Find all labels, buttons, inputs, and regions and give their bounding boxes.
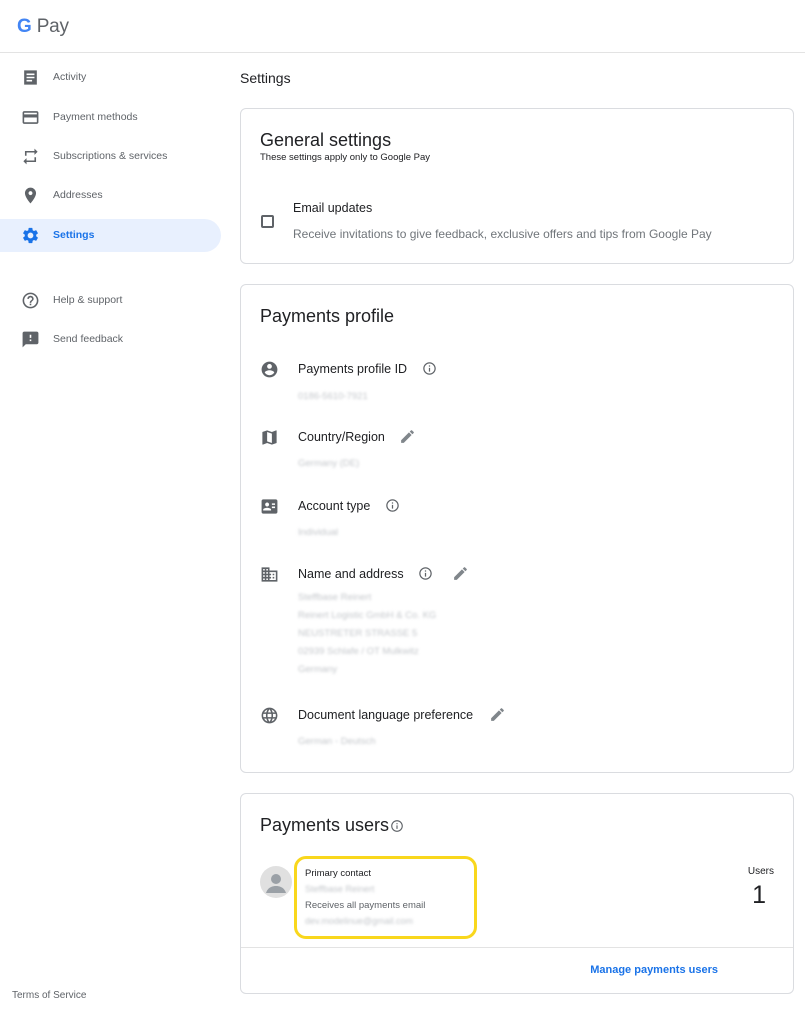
sidebar-item-label: Subscriptions & services [53, 150, 168, 162]
name-address-line: Reinert Logistic GmbH & Co. KG [298, 610, 437, 621]
payments-profile-title: Payments profile [260, 306, 395, 326]
profile-id-value: 0186-5610-7921 [298, 391, 368, 402]
info-icon[interactable] [418, 566, 433, 581]
globe-icon [261, 707, 278, 724]
account-circle-icon [261, 361, 278, 378]
account-type-value: Individual [298, 527, 339, 538]
sidebar-item-label: Settings [53, 229, 95, 241]
name-address-line: Germany [298, 664, 338, 675]
country-value: Germany (DE) [298, 458, 360, 469]
receives-email-label: Receives all payments email [305, 900, 426, 911]
page-title: Settings [240, 70, 291, 86]
sidebar-item-label: Addresses [53, 189, 103, 201]
general-settings-subtitle: These settings apply only to Google Pay [260, 152, 431, 163]
feedback-icon [22, 331, 39, 348]
sidebar-item-help[interactable]: Help & support [0, 284, 221, 317]
primary-contact-email: dev.modelinue@gmail.com [305, 916, 414, 926]
name-address-label: Name and address [298, 567, 404, 581]
users-count-label: Users [747, 866, 774, 877]
name-address-line: 02939 Schlafe / OT Mulkwitz [298, 646, 419, 657]
language-value: German - Deutsch [298, 736, 376, 747]
edit-pencil-icon[interactable] [452, 565, 469, 582]
email-updates-checkbox[interactable] [261, 215, 274, 228]
credit-card-icon [22, 111, 39, 124]
building-icon [261, 567, 278, 582]
person-icon [266, 874, 286, 893]
repeat-icon [23, 148, 38, 165]
profile-id-label: Payments profile ID [298, 362, 408, 376]
payments-profile-card: Payments profile Payments profile ID 018… [240, 284, 794, 773]
avatar [260, 866, 292, 898]
edit-pencil-icon[interactable] [489, 706, 506, 723]
info-icon[interactable] [422, 361, 437, 376]
manage-payments-users-link[interactable]: Manage payments users [590, 964, 718, 976]
language-label: Document language preference [298, 708, 474, 722]
top-bar: G Pay [0, 0, 805, 53]
sidebar-item-label: Activity [53, 71, 87, 83]
sidebar-item-settings[interactable]: Settings [0, 219, 221, 252]
primary-contact-name: Steffbase Reinert [305, 884, 375, 894]
sidebar-item-label: Help & support [53, 294, 123, 306]
payments-users-title: Payments users [260, 815, 390, 835]
email-updates-description: Receive invitations to give feedback, ex… [293, 227, 712, 241]
map-icon [262, 430, 277, 445]
sidebar-item-subscriptions[interactable]: Subscriptions & services [0, 140, 221, 173]
sidebar-item-addresses[interactable]: Addresses [0, 179, 221, 212]
country-label: Country/Region [298, 430, 385, 444]
help-icon [22, 292, 39, 309]
sidebar-item-activity[interactable]: Activity [0, 61, 221, 94]
account-type-label: Account type [298, 499, 371, 513]
logo-text: Pay [36, 16, 69, 37]
sidebar-item-payment-methods[interactable]: Payment methods [0, 101, 221, 134]
info-icon[interactable] [390, 819, 404, 833]
sidebar-item-label: Send feedback [53, 333, 124, 345]
edit-pencil-icon[interactable] [399, 428, 416, 445]
id-card-icon [261, 499, 278, 514]
payments-users-card: Payments users Primary contact Steffbase… [240, 793, 794, 994]
name-address-line: NEUSTRETER STRASSE 5 [298, 628, 418, 639]
google-pay-logo[interactable]: G Pay [17, 16, 69, 38]
general-settings-title: General settings [260, 130, 392, 150]
location-pin-icon [24, 187, 37, 204]
primary-contact-label: Primary contact [305, 868, 371, 879]
activity-icon [24, 70, 37, 85]
sidebar-item-feedback[interactable]: Send feedback [0, 323, 221, 356]
gear-icon [23, 227, 38, 244]
name-address-line: Steffbase Reinert [298, 592, 372, 603]
terms-of-service-link[interactable]: Terms of Service [12, 990, 86, 1001]
general-settings-card: General settings These settings apply on… [240, 108, 794, 264]
info-icon[interactable] [385, 498, 400, 513]
divider [241, 947, 793, 948]
sidebar-item-label: Payment methods [53, 111, 138, 123]
users-count: 1 [752, 881, 766, 909]
logo-g: G [17, 16, 32, 37]
email-updates-label: Email updates [293, 201, 373, 215]
